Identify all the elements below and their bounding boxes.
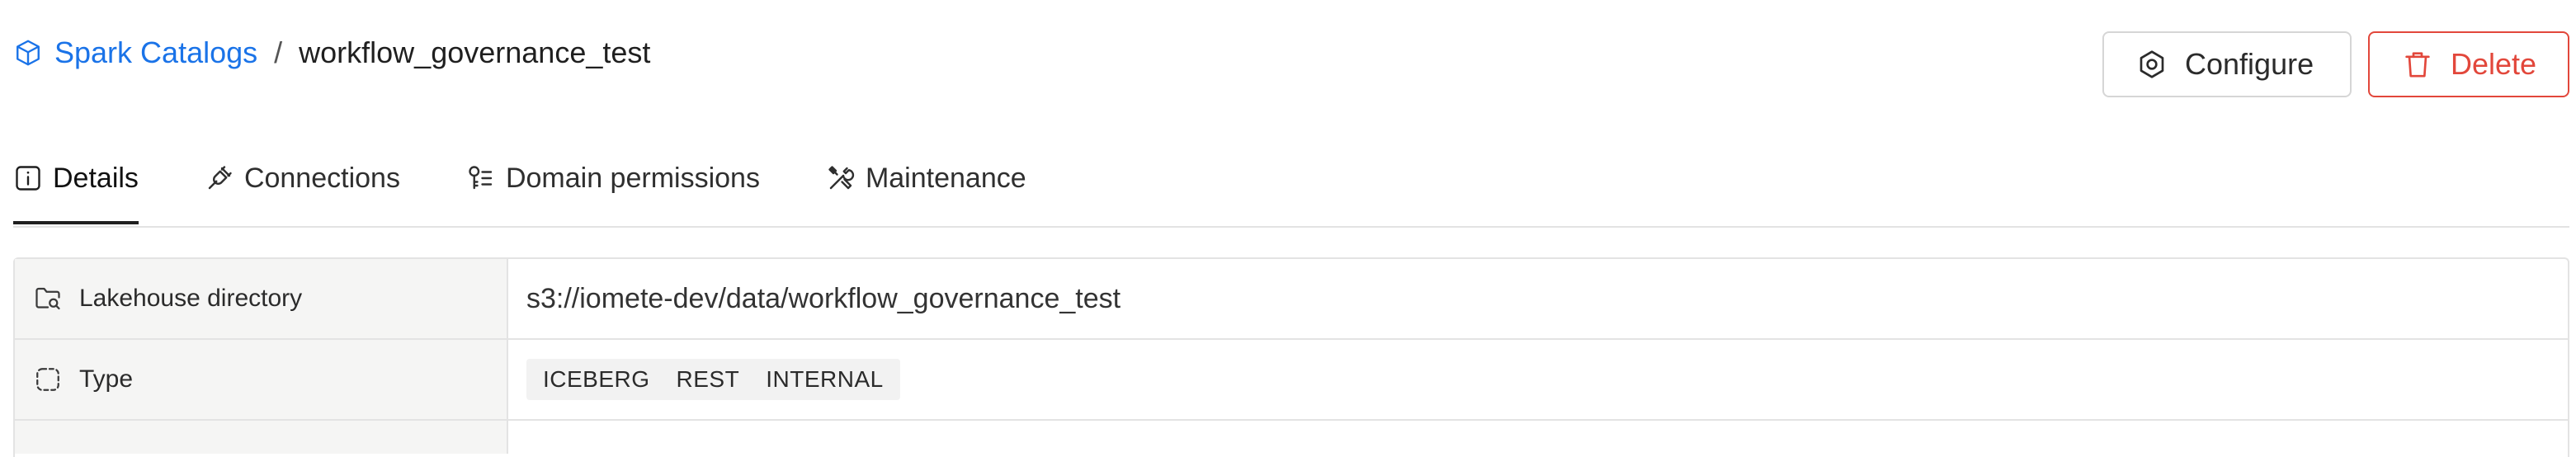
tab-label: Maintenance <box>865 162 1026 194</box>
key-list-icon <box>469 166 493 190</box>
configure-button-label: Configure <box>2185 47 2314 81</box>
tab-domain-permissions[interactable]: Domain permissions <box>466 140 760 221</box>
tools-icon <box>828 166 855 190</box>
tab-connections[interactable]: Connections <box>205 140 400 221</box>
row-label-cell: Type <box>15 340 508 419</box>
row-label-cell <box>15 421 508 454</box>
table-row: Lakehouse directory s3://iomete-dev/data… <box>15 259 2568 340</box>
details-table: Lakehouse directory s3://iomete-dev/data… <box>13 257 2569 457</box>
plug-icon <box>208 166 232 190</box>
delete-button[interactable]: Delete <box>2368 31 2569 97</box>
row-label-cell: Lakehouse directory <box>15 259 508 338</box>
breadcrumb-separator: / <box>274 35 283 69</box>
tab-label: Connections <box>243 162 400 194</box>
row-value-cell <box>508 421 2568 454</box>
table-row: Type ICEBERG REST INTERNAL <box>15 340 2568 421</box>
breadcrumb-spark-catalogs-link[interactable]: Spark Catalogs <box>13 35 257 70</box>
trash-icon <box>2405 52 2430 78</box>
tab-label: Details <box>53 162 139 194</box>
delete-button-label: Delete <box>2451 47 2537 81</box>
type-tag-internal: INTERNAL <box>766 366 884 392</box>
tab-details[interactable]: Details <box>13 140 139 224</box>
table-row <box>15 421 2568 454</box>
row-value-cell: ICEBERG REST INTERNAL <box>508 340 2568 419</box>
type-tag-rest: REST <box>676 366 740 392</box>
info-icon <box>16 166 40 191</box>
gear-icon <box>2140 50 2164 78</box>
configure-button[interactable]: Configure <box>2102 31 2352 97</box>
page-title: workflow_governance_test <box>299 35 651 69</box>
tab-bar: Details Connections Domain permissions M… <box>13 140 2569 228</box>
type-tag-iceberg: ICEBERG <box>543 366 650 392</box>
breadcrumb-parent-label: Spark Catalogs <box>54 35 258 69</box>
tab-maintenance[interactable]: Maintenance <box>826 140 1026 221</box>
tab-label: Domain permissions <box>505 162 760 194</box>
type-tags: ICEBERG REST INTERNAL <box>526 359 900 400</box>
breadcrumb: Spark Catalogs / workflow_governance_tes… <box>13 25 650 81</box>
row-value-cell: s3://iomete-dev/data/workflow_governance… <box>508 259 2568 338</box>
folder-search-icon <box>35 287 60 310</box>
dashed-square-icon <box>36 368 59 391</box>
type-label: Type <box>79 365 134 393</box>
cube-icon <box>17 40 40 66</box>
header-actions: Configure Delete <box>2102 31 2569 97</box>
lakehouse-directory-label: Lakehouse directory <box>79 285 303 312</box>
lakehouse-directory-value: s3://iomete-dev/data/workflow_governance… <box>526 282 1121 314</box>
